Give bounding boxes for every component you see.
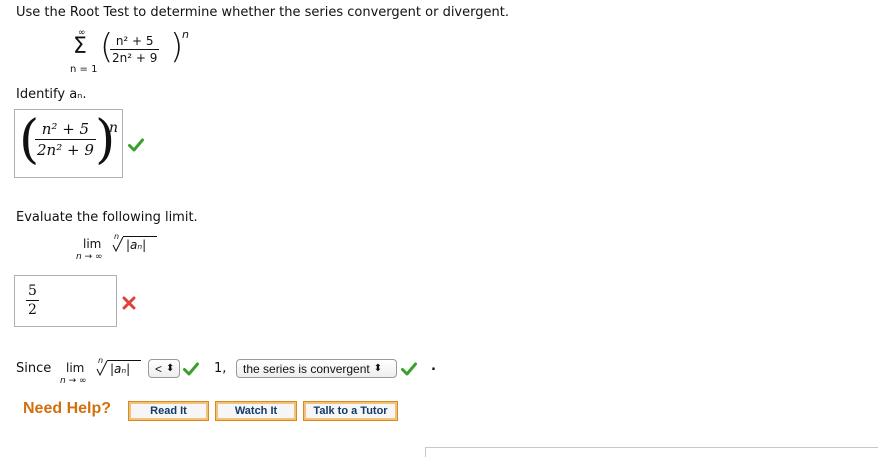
- answer-denominator: 2n² + 9: [35, 139, 96, 159]
- limit-answer-denominator: 2: [26, 300, 39, 318]
- limit-answer-numerator: 5: [28, 283, 37, 299]
- answer-fraction: n² + 5 2n² + 9: [35, 120, 96, 159]
- step1-answer-box[interactable]: ( n² + 5 2n² + 9 ) n: [14, 109, 123, 178]
- since-subscript: n → ∞: [60, 376, 87, 386]
- series-numerator: n² + 5: [115, 34, 154, 48]
- limit-answer-fraction: 5 2: [26, 283, 39, 318]
- sum-lower-limit: n = 1: [70, 64, 98, 75]
- since-lim: lim: [66, 361, 85, 375]
- limit-expression: lim n → ∞ n |aₙ|: [74, 232, 174, 262]
- read-it-button[interactable]: Read It: [128, 401, 209, 421]
- radical-bar: [123, 236, 157, 237]
- comparison-select[interactable]: < ⬍: [148, 359, 180, 378]
- need-help-label: Need Help?: [23, 400, 112, 417]
- step2-answer-box[interactable]: 5 2: [14, 275, 117, 327]
- comparison-value: 1,: [214, 361, 227, 376]
- select-arrows-icon: ⬍: [373, 363, 383, 374]
- check-icon: [128, 138, 144, 152]
- radical-icon: [112, 236, 124, 252]
- cross-icon: [122, 296, 136, 310]
- period: .: [431, 359, 436, 374]
- series-denominator: 2n² + 9: [110, 49, 160, 65]
- since-radicand: |aₙ|: [110, 362, 131, 376]
- question-prompt: Use the Root Test to determine whether t…: [16, 5, 509, 20]
- conclusion-selected: the series is convergent: [243, 361, 370, 376]
- limit-radicand: |aₙ|: [126, 238, 147, 252]
- since-label: Since: [16, 361, 52, 376]
- answer-exponent: n: [109, 120, 119, 136]
- step2-label: Evaluate the following limit.: [16, 210, 198, 225]
- limit-subscript: n → ∞: [76, 252, 103, 262]
- series-fraction: n² + 5 2n² + 9: [110, 34, 160, 65]
- since-limit-expression: lim n → ∞ n |aₙ|: [58, 356, 148, 386]
- check-icon: [401, 362, 417, 376]
- bottom-panel-edge: [425, 447, 878, 457]
- since-radical-icon: [96, 360, 108, 376]
- watch-it-button[interactable]: Watch It: [215, 401, 297, 421]
- sum-symbol: Σ: [73, 34, 87, 59]
- check-icon: [183, 362, 199, 376]
- talk-to-tutor-button[interactable]: Talk to a Tutor: [303, 401, 398, 421]
- select-arrows-icon: ⬍: [166, 363, 175, 374]
- limit-lim: lim: [83, 237, 102, 251]
- answer-numerator: n² + 5: [41, 120, 90, 138]
- comparison-selected: <: [155, 361, 163, 376]
- since-radical-bar: [107, 360, 141, 361]
- series-exponent: n: [182, 28, 189, 41]
- step1-label: Identify aₙ.: [16, 87, 87, 102]
- conclusion-select[interactable]: the series is convergent ⬍: [236, 359, 397, 378]
- series-expression: ∞ Σ n = 1 ( n² + 5 2n² + 9 ) n: [70, 28, 220, 80]
